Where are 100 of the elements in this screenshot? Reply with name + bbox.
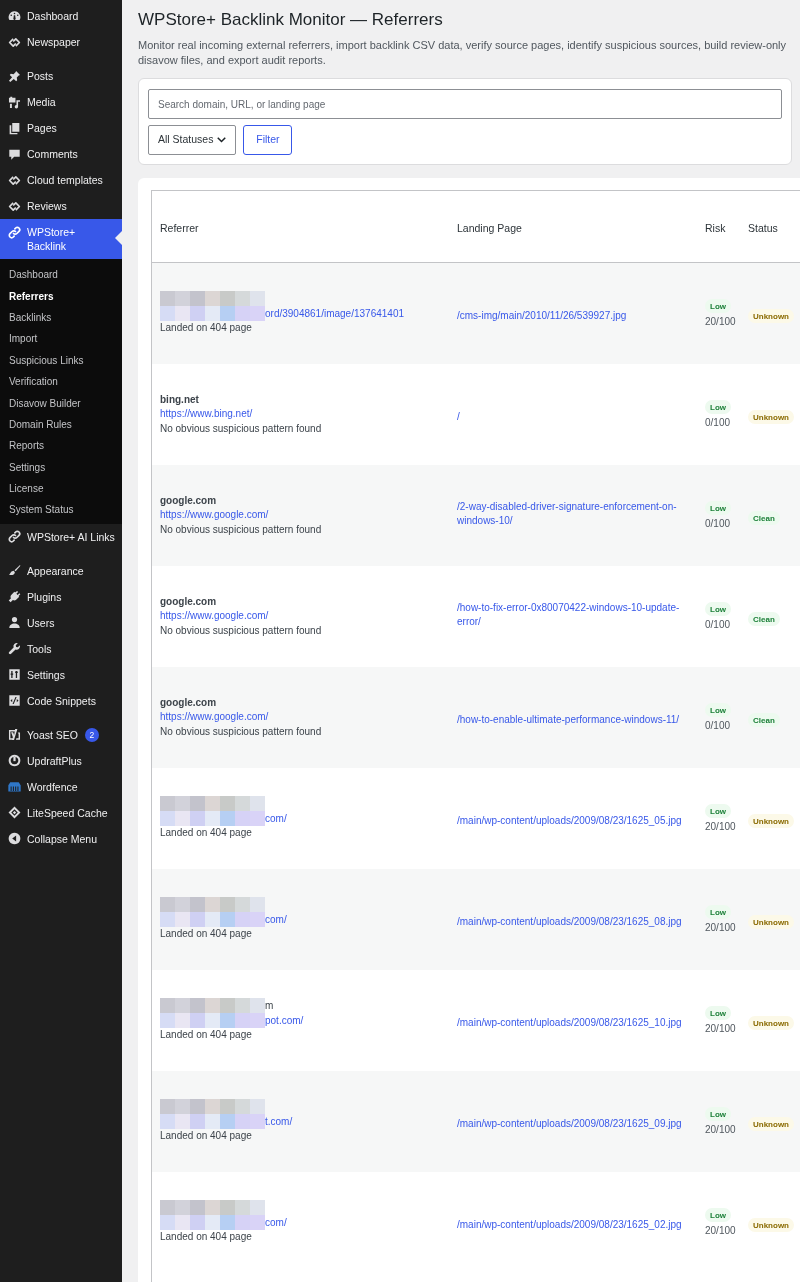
sidebar-item[interactable]: Plugins [0, 583, 122, 610]
landing-page-link[interactable]: / [457, 409, 460, 424]
sidebar-item[interactable]: WPStore+ AI Links [0, 523, 122, 550]
status-select[interactable]: All Statuses [148, 125, 237, 155]
status-badge: Unknown [748, 1117, 794, 1131]
sidebar-item[interactable]: Comments [0, 141, 122, 167]
referrer-note: No obvious suspicious pattern found [160, 724, 322, 739]
risk-badge: Low [705, 703, 731, 717]
page-description: Monitor real incoming external referrers, import backlink CSV data, verify source pages, identify suspicious sources, build review-only disavow files, and export audit reports. [138, 38, 788, 68]
risk-badge: Low [705, 1006, 731, 1020]
risk-badge: Low [705, 400, 731, 414]
submenu-item[interactable]: Backlinks [0, 306, 122, 329]
landing-page-link[interactable]: /2-way-disabled-driver-signature-enforcement-on-windows-10/ [457, 500, 689, 528]
status-badge: Unknown [748, 309, 794, 323]
gauge-icon [8, 9, 21, 23]
column-header: Landing Page [457, 221, 522, 234]
submenu-item[interactable]: Suspicious Links [0, 349, 122, 371]
risk-score: 0/100 [705, 619, 731, 631]
sidebar-item[interactable]: Pages [0, 115, 122, 141]
sidebar-item[interactable]: Code Snippets [0, 687, 122, 714]
domain-fragment: m [265, 999, 274, 1014]
referrer-link[interactable]: https://www.google.com/ [160, 508, 269, 523]
column-header: Risk [705, 221, 726, 234]
landing-page-link[interactable]: /main/wp-content/uploads/2009/08/23/1625_08.jpg [457, 914, 682, 929]
user-icon [8, 616, 21, 630]
risk-badge: Low [705, 602, 731, 616]
referrer-note: Landed on 404 page [160, 1028, 252, 1043]
referrer-link[interactable]: ord/3904861/image/137641401 [265, 306, 404, 322]
submenu-item[interactable]: System Status [0, 499, 122, 521]
referrer-link[interactable]: https://www.bing.net/ [160, 407, 253, 422]
sidebar-item[interactable]: Reviews [0, 193, 122, 219]
diamond-links-icon [8, 35, 21, 49]
landing-page-link[interactable]: /how-to-enable-ultimate-performance-windows-11/ [457, 712, 680, 727]
circle-triangle-icon [8, 832, 21, 846]
referrer-note: No obvious suspicious pattern found [160, 623, 322, 638]
sidebar-item[interactable]: Newspaper [0, 29, 122, 55]
status-badge: Unknown [748, 1016, 794, 1030]
pages-icon [8, 121, 21, 135]
column-header: Status [748, 221, 778, 234]
referrer-note: Landed on 404 page [160, 1129, 252, 1144]
status-badge: Unknown [748, 410, 794, 424]
landing-page-link[interactable]: /main/wp-content/uploads/2009/08/23/1625_05.jpg [457, 813, 682, 828]
sidebar-item[interactable]: Appearance [0, 557, 122, 584]
risk-score: 0/100 [705, 417, 731, 429]
referrer-link[interactable]: com/ [265, 912, 287, 928]
status-badge: Unknown [748, 915, 794, 929]
submenu-item[interactable]: Reports [0, 435, 122, 457]
submenu-item[interactable]: Referrers [0, 285, 122, 307]
risk-score: 20/100 [705, 1023, 736, 1035]
referrer-domain: google.com [160, 695, 217, 710]
landing-page-link[interactable]: /main/wp-content/uploads/2009/08/23/1625_02.jpg [457, 1217, 682, 1232]
risk-score: 20/100 [705, 821, 736, 833]
sidebar-item[interactable]: Media [0, 89, 122, 115]
submenu-item[interactable]: License [0, 477, 122, 500]
diamond-links-icon [8, 173, 21, 187]
risk-score: 20/100 [705, 316, 736, 328]
referrer-domain: google.com [160, 594, 217, 609]
page-title: WPStore+ Backlink Monitor — Referrers [138, 9, 443, 31]
referrer-link[interactable]: t.com/ [265, 1114, 293, 1130]
status-badge: Unknown [748, 1218, 794, 1232]
referrer-domain: bing.net [160, 392, 199, 407]
sidebar-item[interactable]: WPStore+ Backlink [0, 219, 122, 259]
risk-badge: Low [705, 1107, 731, 1121]
count-badge: 2 [85, 727, 99, 742]
search-field[interactable]: Search domain, URL, or landing page [148, 89, 782, 119]
risk-score: 0/100 [705, 518, 731, 530]
sidebar-item[interactable]: Users [0, 609, 122, 636]
sidebar-item[interactable]: Dashboard [0, 3, 122, 29]
referrer-link[interactable]: com/ [265, 811, 287, 827]
wrench-icon [8, 642, 21, 656]
building-icon [8, 780, 21, 794]
sidebar-item[interactable]: Collapse Menu [0, 825, 122, 852]
risk-badge: Low [705, 299, 731, 313]
referrer-link[interactable]: https://www.google.com/ [160, 710, 269, 725]
referrer-link[interactable]: com/ [265, 1215, 287, 1231]
landing-page-link[interactable]: /main/wp-content/uploads/2009/08/23/1625_09.jpg [457, 1116, 682, 1131]
referrer-link[interactable]: https://www.google.com/ [160, 609, 269, 624]
diamond-icon [8, 806, 21, 820]
risk-score: 0/100 [705, 720, 731, 732]
sidebar-item[interactable]: Settings [0, 661, 122, 688]
referrer-link[interactable]: pot.com/ [265, 1013, 304, 1029]
sidebar-item[interactable]: UpdraftPlus [0, 747, 122, 774]
filter-button[interactable]: Filter [243, 125, 293, 155]
landing-page-link[interactable]: /main/wp-content/uploads/2009/08/23/1625_10.jpg [457, 1015, 682, 1030]
submenu-item[interactable]: Settings [0, 456, 122, 478]
submenu-item[interactable]: Domain Rules [0, 413, 122, 436]
submenu-item[interactable]: Verification [0, 370, 122, 393]
sidebar-item[interactable]: Tools [0, 635, 122, 662]
sidebar-item[interactable]: Cloud templates [0, 167, 122, 193]
sidebar-item[interactable]: LiteSpeed Cache [0, 799, 122, 826]
plug-icon [8, 590, 21, 604]
landing-page-link[interactable]: /cms-img/main/2010/11/26/539927.jpg [457, 308, 627, 323]
slash-tile-icon [8, 728, 21, 742]
submenu-item[interactable]: Import [0, 328, 122, 350]
sidebar-item[interactable]: Yoast SEO 2 [0, 721, 122, 748]
submenu-item[interactable]: Dashboard [0, 264, 122, 286]
landing-page-link[interactable]: /how-to-fix-error-0x80070422-windows-10-update-error/ [457, 601, 689, 629]
submenu-item[interactable]: Disavow Builder [0, 392, 122, 414]
sidebar-item[interactable]: Wordfence [0, 773, 122, 800]
sidebar-item[interactable]: Posts [0, 63, 122, 89]
